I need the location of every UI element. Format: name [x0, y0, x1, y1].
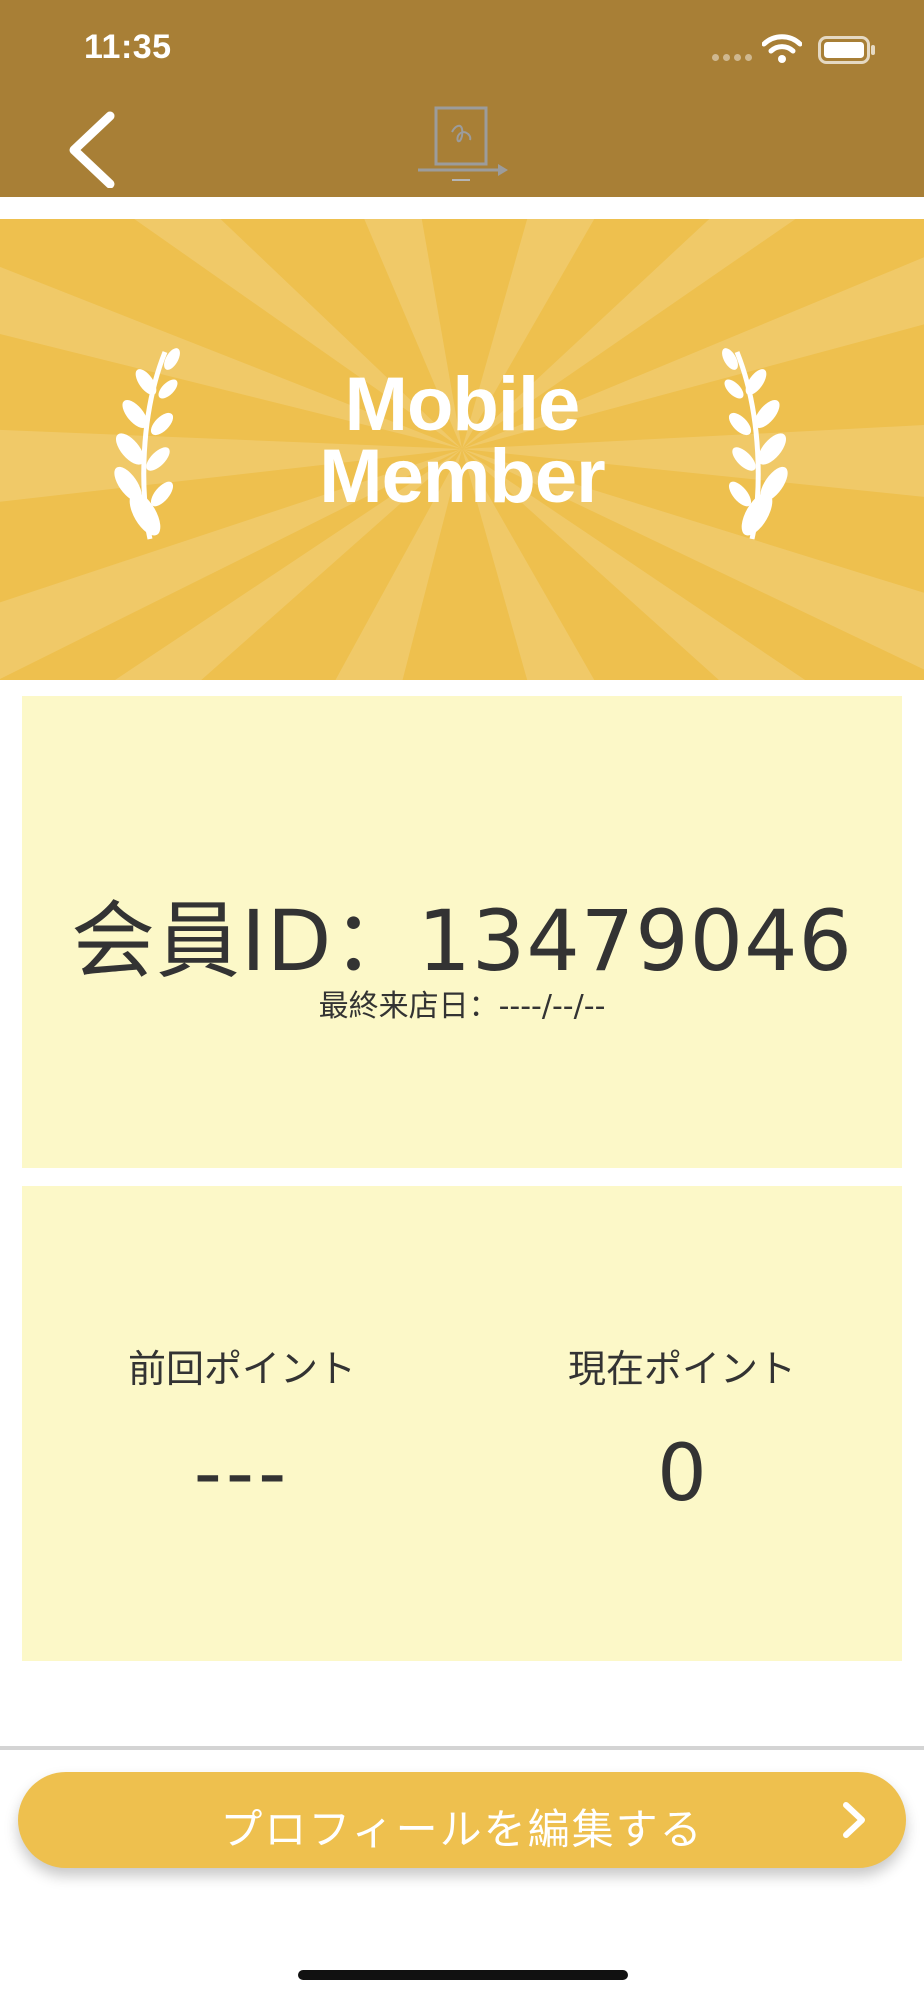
points-card: 前回ポイント --- 現在ポイント 0 [22, 1186, 902, 1661]
back-button[interactable] [58, 108, 128, 189]
app-logo-icon [418, 106, 508, 181]
chevron-left-icon [69, 111, 115, 189]
last-visit-date: 最終来店日：----/--/-- [318, 989, 606, 1024]
member-id-card: 会員ID：13479046 最終来店日：----/--/-- [22, 696, 902, 1168]
current-points: 現在ポイント 0 [462, 1338, 902, 1519]
divider [0, 1746, 924, 1750]
previous-points-value: --- [193, 1429, 291, 1519]
member-banner: Mobile Member [0, 219, 924, 680]
member-id: 会員ID：13479046 [70, 892, 853, 990]
status-bar: 11:35 [0, 0, 924, 90]
edit-profile-label: プロフィールを編集する [220, 1805, 704, 1854]
laurel-icon [722, 348, 788, 540]
current-points-value: 0 [657, 1429, 707, 1519]
battery-icon [818, 36, 875, 64]
previous-points-label: 前回ポイント [127, 1347, 356, 1391]
cellular-signal-icon [712, 54, 752, 61]
wifi-icon [762, 34, 802, 63]
previous-points: 前回ポイント --- [22, 1338, 462, 1519]
navigation-bar [0, 90, 924, 197]
chevron-right-icon [843, 1802, 865, 1838]
status-time: 11:35 [84, 28, 172, 66]
edit-profile-button[interactable]: プロフィールを編集する [18, 1772, 906, 1868]
home-indicator[interactable] [298, 1970, 628, 1980]
current-points-label: 現在ポイント [567, 1347, 796, 1391]
